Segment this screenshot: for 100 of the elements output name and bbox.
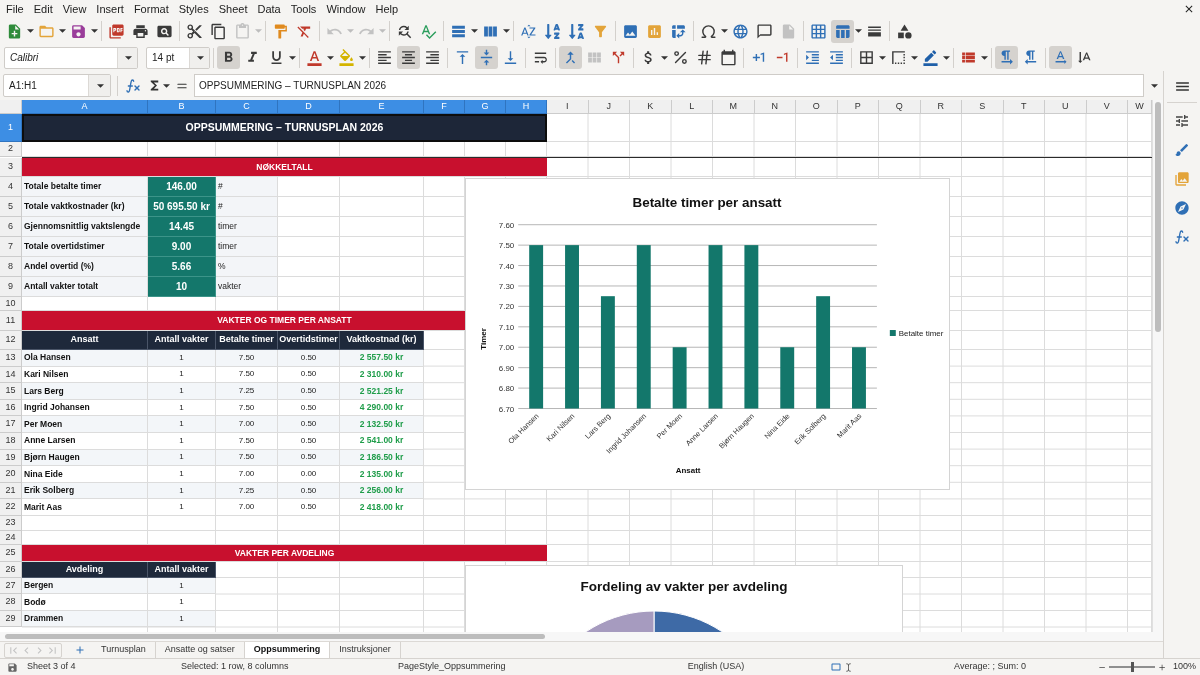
table-cell: 0.50 <box>278 350 340 367</box>
sheet-tab[interactable]: Turnusplan <box>92 642 156 658</box>
table-cell: Lars Berg <box>22 383 148 400</box>
row-number[interactable]: 6 <box>0 217 22 237</box>
menu-item[interactable]: Styles <box>173 2 214 16</box>
menu-item[interactable]: Sheet <box>213 2 253 16</box>
dropdown-button[interactable] <box>189 47 209 68</box>
plus-icon[interactable] <box>1157 662 1166 672</box>
menu-item[interactable]: Tools <box>285 2 322 16</box>
scrollbar-thumb[interactable] <box>5 634 545 639</box>
column-letter[interactable]: S <box>962 100 1004 114</box>
column-letter[interactable]: N <box>754 100 796 114</box>
sheet-tab[interactable]: Instruksjoner <box>330 642 401 658</box>
add-sheet-button[interactable] <box>74 644 86 656</box>
plus-icon <box>74 644 86 656</box>
caret-icon[interactable] <box>1151 83 1158 88</box>
left-to-right-button[interactable] <box>995 46 1018 69</box>
save-icon[interactable] <box>6 661 18 673</box>
menu-item[interactable]: Edit <box>28 2 58 16</box>
column-letter[interactable]: I <box>547 100 589 114</box>
column-letter[interactable]: W <box>1128 100 1152 114</box>
menu-item[interactable]: File <box>1 2 29 16</box>
column-letter[interactable]: M <box>713 100 755 114</box>
axis-tick-label: 7.30 <box>498 281 515 291</box>
column-letter[interactable]: T <box>1003 100 1045 114</box>
merge-and-center-button[interactable] <box>559 46 582 69</box>
text-horizontal-button[interactable] <box>1049 46 1072 69</box>
row-number[interactable]: 4 <box>0 177 22 197</box>
menu-item[interactable]: Format <box>128 2 174 16</box>
menu-item[interactable]: Insert <box>91 2 129 16</box>
row-number[interactable]: 5 <box>0 197 22 217</box>
align-top-icon <box>454 49 471 66</box>
column-letter[interactable]: R <box>920 100 962 114</box>
row-number[interactable]: 28 <box>0 594 22 611</box>
row-number[interactable]: 15 <box>0 383 22 400</box>
dropdown-button[interactable] <box>88 75 110 96</box>
caret-icon[interactable] <box>721 29 728 33</box>
menu-item[interactable]: Window <box>321 2 371 16</box>
text-cursor-icon[interactable] <box>844 661 853 673</box>
column-letter[interactable]: Q <box>879 100 921 114</box>
caret-icon[interactable] <box>124 55 132 60</box>
caret-icon[interactable] <box>359 55 366 60</box>
split-arrow-icon <box>610 49 627 66</box>
menu-item[interactable]: Data <box>252 2 286 16</box>
vertical-scrollbar[interactable] <box>1152 100 1163 632</box>
row-number[interactable]: 3 <box>0 158 22 177</box>
row-number[interactable]: 22 <box>0 499 22 516</box>
column-letter[interactable]: L <box>671 100 713 114</box>
column-letter[interactable]: V <box>1086 100 1128 114</box>
photos-icon <box>1174 170 1190 187</box>
row-number[interactable]: 13 <box>0 350 22 367</box>
horizontal-scrollbar[interactable] <box>0 632 1163 641</box>
row-number[interactable]: 20 <box>0 466 22 483</box>
brush-icon <box>1174 141 1190 158</box>
column-letter[interactable]: K <box>630 100 672 114</box>
column-letter[interactable]: J <box>588 100 630 114</box>
bar-chart-icon <box>646 22 663 40</box>
caret-icon[interactable] <box>981 55 988 60</box>
row-number[interactable]: 8 <box>0 257 22 277</box>
caret-icon[interactable] <box>503 29 510 33</box>
caret-icon[interactable] <box>855 29 862 33</box>
sort-ascending-icon <box>544 22 561 40</box>
font-name-field[interactable]: Calibri <box>4 46 138 69</box>
caret-icon[interactable] <box>471 29 478 33</box>
row-number[interactable]: 2 <box>0 142 22 157</box>
caret-icon[interactable] <box>943 55 950 60</box>
name-box[interactable]: A1:H1 <box>3 74 111 97</box>
caret-icon[interactable] <box>879 55 886 60</box>
freeze-rows-columns-button[interactable] <box>831 19 854 43</box>
caret-icon[interactable] <box>327 55 334 60</box>
caret-icon[interactable] <box>289 55 296 60</box>
scrollbar-thumb[interactable] <box>1155 102 1161 332</box>
zoom-slider-thumb[interactable] <box>1130 662 1134 672</box>
caret-icon[interactable] <box>96 83 104 88</box>
caret-icon[interactable] <box>661 55 668 60</box>
caret-icon[interactable] <box>27 29 34 33</box>
row-number[interactable]: 12 <box>0 331 22 350</box>
row-number[interactable]: 17 <box>0 416 22 433</box>
align-middle-button[interactable] <box>475 46 498 69</box>
row-number[interactable]: 11 <box>0 311 22 331</box>
column-letter[interactable]: P <box>837 100 879 114</box>
caret-icon[interactable] <box>59 29 66 33</box>
caret-icon[interactable] <box>911 55 918 60</box>
bold-button[interactable] <box>217 46 240 69</box>
menu-item[interactable]: View <box>57 2 92 16</box>
dropdown-button[interactable] <box>117 47 137 68</box>
row-number[interactable]: 10 <box>0 297 22 311</box>
row-number[interactable]: 7 <box>0 237 22 257</box>
column-letter[interactable]: U <box>1045 100 1087 114</box>
align-center-button[interactable] <box>397 46 420 69</box>
sheet-tab[interactable]: Ansatte og satser <box>155 642 245 658</box>
sheet-tab[interactable]: Oppsummering <box>244 642 331 658</box>
menu-item[interactable]: Help <box>370 2 404 16</box>
formula-input[interactable]: OPPSUMMERING – TURNUSPLAN 2026 <box>194 74 1144 97</box>
column-letter[interactable]: O <box>796 100 838 114</box>
caret-icon[interactable] <box>163 83 170 88</box>
font-size-field[interactable]: 14 pt <box>146 46 210 69</box>
row-number[interactable]: 9 <box>0 277 22 297</box>
caret-icon[interactable] <box>196 55 204 60</box>
caret-icon[interactable] <box>91 29 98 33</box>
